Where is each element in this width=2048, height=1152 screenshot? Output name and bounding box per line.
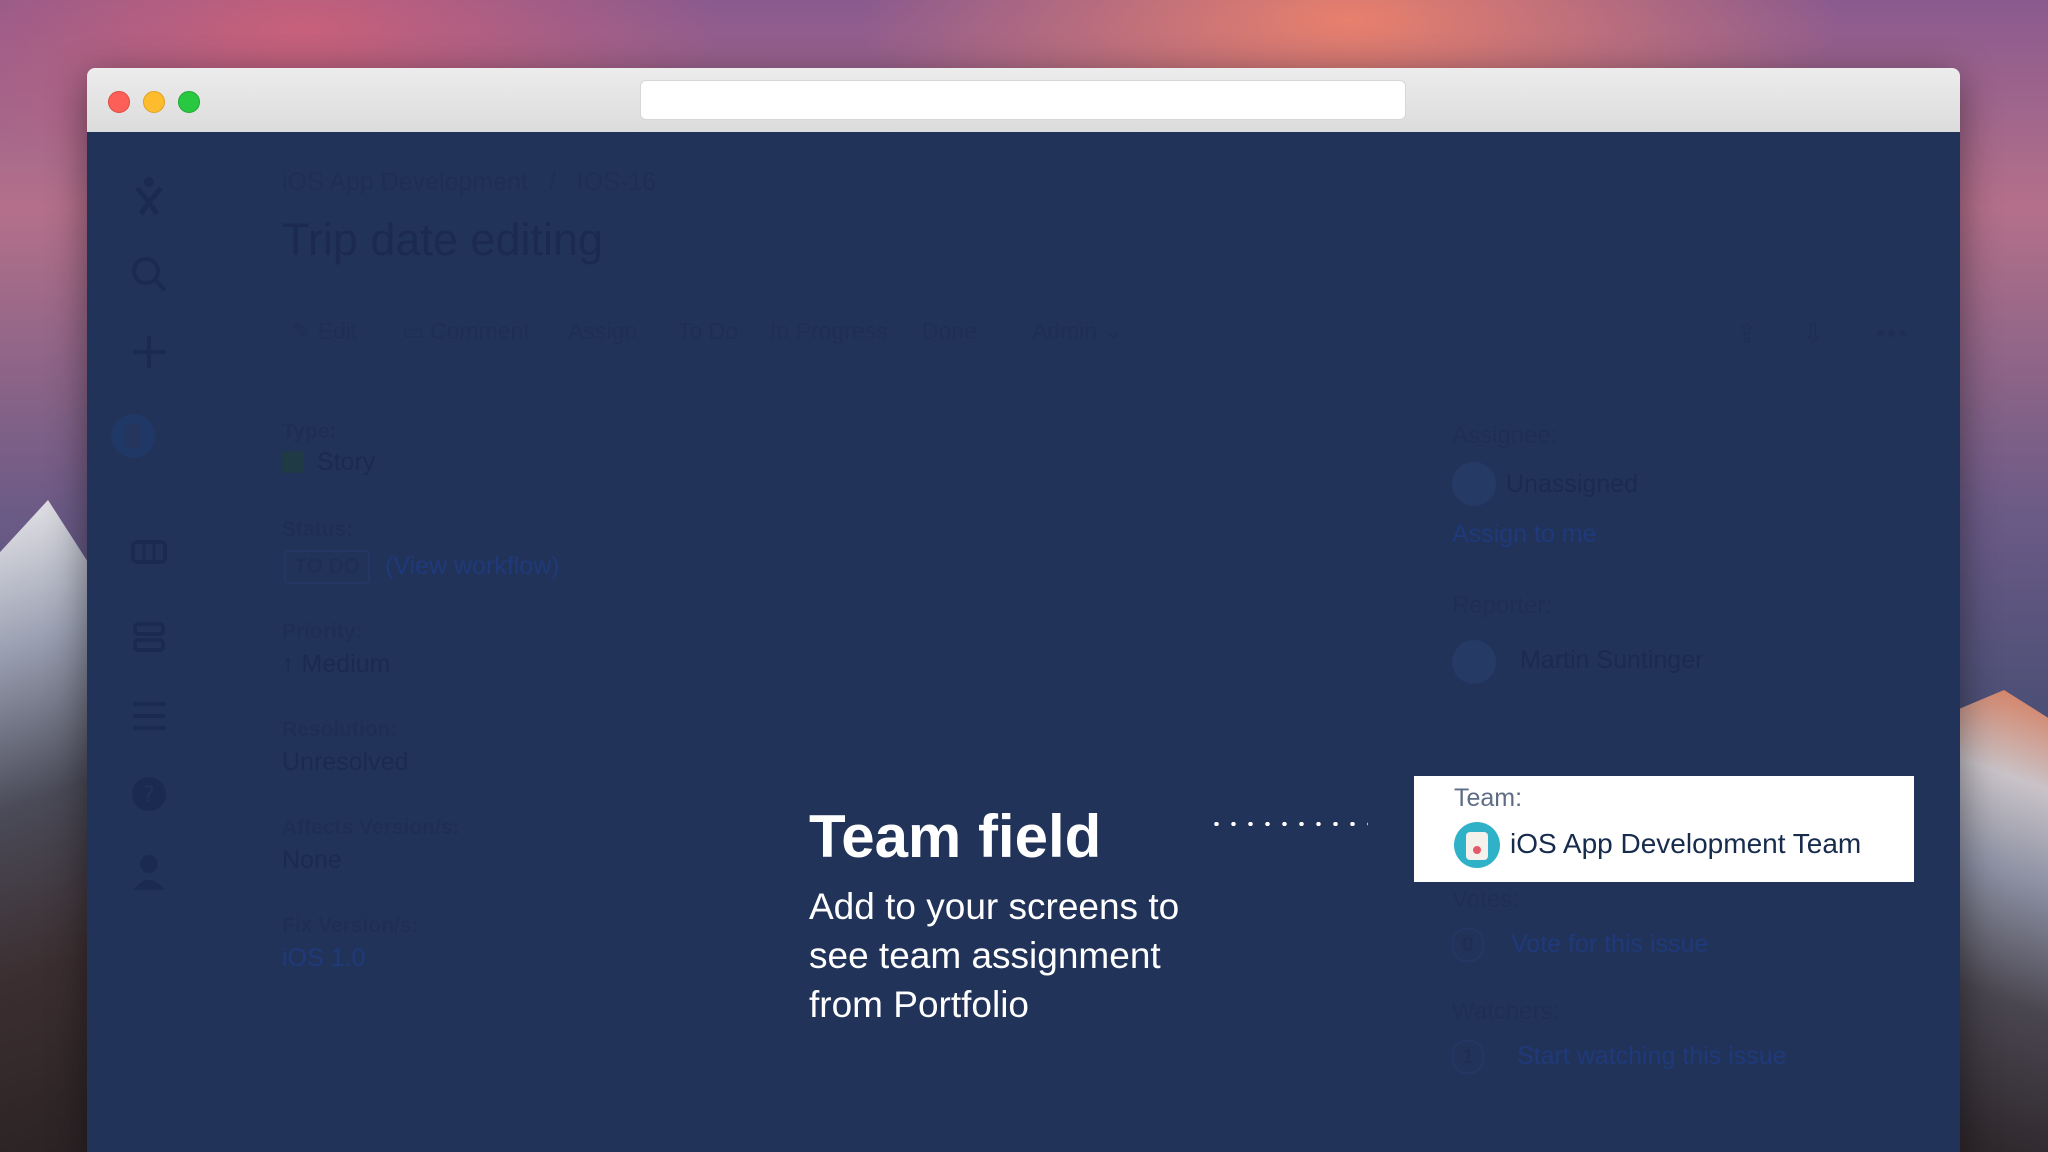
project-avatar-icon[interactable] xyxy=(111,414,187,490)
edit-button-label: Edit xyxy=(317,318,358,344)
priority-arrow-icon: ↑ xyxy=(282,650,295,678)
vote-link[interactable]: Vote for this issue xyxy=(1511,930,1708,959)
create-icon[interactable] xyxy=(127,330,171,374)
breadcrumb-issue-key[interactable]: IOS-16 xyxy=(577,168,656,196)
view-workflow-link[interactable]: (View workflow) xyxy=(385,552,560,581)
zoom-window-button[interactable] xyxy=(178,91,200,113)
address-bar[interactable] xyxy=(640,80,1406,120)
team-field-card[interactable]: Team: iOS App Development Team xyxy=(1414,776,1914,882)
priority-field: ↑ Medium xyxy=(282,650,390,679)
svg-text:?: ? xyxy=(143,783,155,808)
in-progress-button[interactable]: In Progress xyxy=(770,318,888,345)
assign-button[interactable]: Assign xyxy=(568,318,637,345)
jira-logo-icon[interactable] xyxy=(127,172,171,216)
admin-dropdown-label: Admin xyxy=(1032,318,1098,344)
type-value: Story xyxy=(316,448,376,476)
search-icon[interactable] xyxy=(127,252,171,296)
team-label: Team: xyxy=(1454,784,1523,812)
affects-version-label: Affects Version/s: xyxy=(282,816,460,839)
assign-to-me-link[interactable]: Assign to me xyxy=(1452,520,1597,549)
breadcrumb: iOS App Development / IOS-16 xyxy=(282,168,670,197)
todo-button[interactable]: To Do xyxy=(678,318,738,345)
type-field: Story xyxy=(282,448,375,477)
callout-text: Add to your screens to see team assignme… xyxy=(809,886,1180,1025)
status-label: Status: xyxy=(282,518,354,541)
comment-button-label: Comment xyxy=(430,318,530,344)
chevron-down-icon: ⌄ xyxy=(1103,318,1123,344)
affects-version-value: None xyxy=(282,846,342,874)
issue-title: Trip date editing xyxy=(282,214,604,265)
resolution-label: Resolution: xyxy=(282,718,398,741)
team-value[interactable]: iOS App Development Team xyxy=(1510,828,1861,860)
resolution-value: Unresolved xyxy=(282,748,409,776)
pencil-icon: ✎ xyxy=(292,318,312,344)
status-badge: TO DO xyxy=(284,550,371,584)
title-bar xyxy=(87,68,1960,133)
comment-button[interactable]: ▭ Comment xyxy=(402,318,530,345)
reporter-label: Reporter: xyxy=(1452,592,1553,619)
reporter-value: Martin Suntinger xyxy=(1520,646,1704,674)
priority-value: Medium xyxy=(301,650,391,678)
fix-version-value[interactable]: iOS 1.0 xyxy=(282,944,365,973)
type-label: Type: xyxy=(282,420,337,443)
edit-button[interactable]: ✎ Edit xyxy=(292,318,357,345)
assignee-avatar xyxy=(1452,462,1496,506)
assignee-value: Unassigned xyxy=(1506,470,1639,498)
assignee-label: Assignee: xyxy=(1452,422,1558,449)
backlog-icon[interactable] xyxy=(127,616,171,660)
breadcrumb-project[interactable]: iOS App Development xyxy=(282,168,528,196)
share-icon[interactable]: ⇪ xyxy=(1736,318,1770,348)
browser-window: ? iOS App Development / IOS-16 Trip date… xyxy=(87,68,1960,1152)
priority-label: Priority: xyxy=(282,620,363,643)
watchers-label: Watchers: xyxy=(1452,998,1560,1025)
watchers-count-badge: 1 xyxy=(1452,1040,1484,1074)
done-button[interactable]: Done xyxy=(922,318,977,345)
team-avatar-icon xyxy=(1454,822,1500,868)
callout-title: Team field xyxy=(809,803,1102,870)
comment-icon: ▭ xyxy=(402,318,424,344)
callout-dotted-line xyxy=(1208,822,1368,826)
watch-link[interactable]: Start watching this issue xyxy=(1517,1042,1787,1071)
story-icon xyxy=(282,451,304,473)
votes-label: Votes: xyxy=(1452,886,1519,913)
export-icon[interactable]: ⇩ xyxy=(1802,318,1836,348)
help-icon[interactable]: ? xyxy=(127,772,171,816)
boards-icon[interactable] xyxy=(127,530,171,574)
fix-version-label: Fix Version/s: xyxy=(282,914,419,937)
page-content: ? iOS App Development / IOS-16 Trip date… xyxy=(87,132,1960,1152)
votes-count-badge: 0 xyxy=(1452,928,1484,962)
more-icon[interactable]: ••• xyxy=(1876,318,1910,348)
admin-dropdown[interactable]: Admin ⌄ xyxy=(1032,318,1123,345)
breadcrumb-separator: / xyxy=(548,168,556,196)
minimize-window-button[interactable] xyxy=(143,91,165,113)
menu-icon[interactable] xyxy=(127,694,171,738)
sidebar: ? xyxy=(87,132,207,1152)
close-window-button[interactable] xyxy=(108,91,130,113)
profile-icon[interactable] xyxy=(127,850,171,894)
reporter-avatar xyxy=(1452,640,1496,684)
